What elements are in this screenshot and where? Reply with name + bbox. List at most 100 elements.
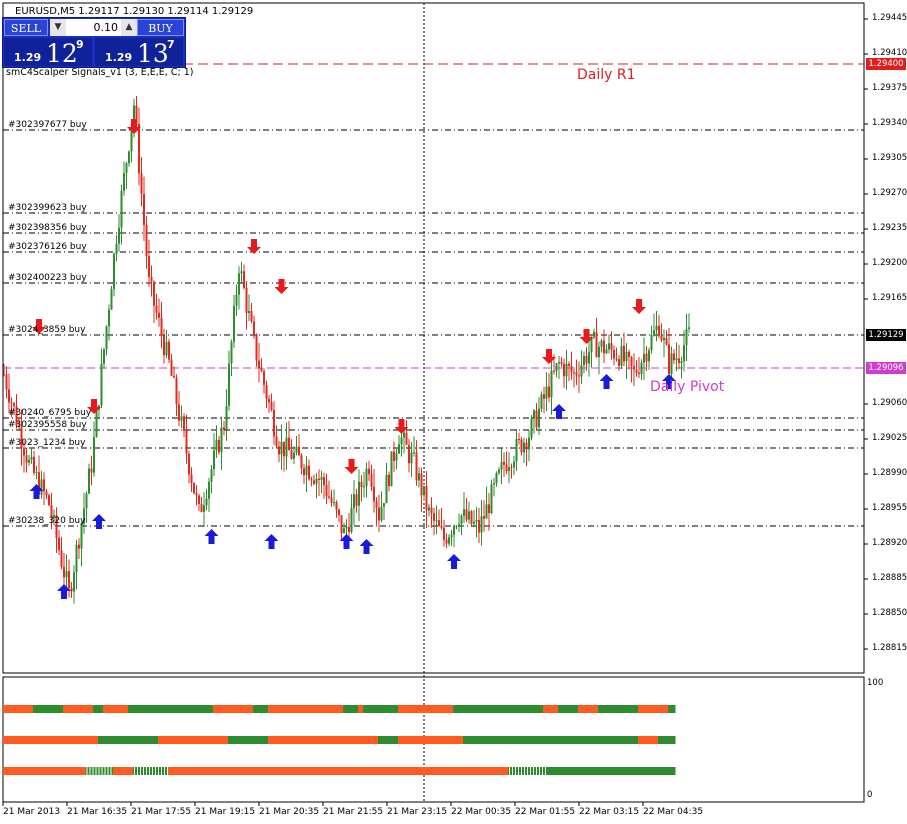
candle-body bbox=[638, 372, 640, 374]
candle-body bbox=[178, 404, 180, 421]
candle-body bbox=[270, 402, 273, 410]
candle-body bbox=[613, 349, 615, 359]
candle-body bbox=[458, 524, 460, 527]
y-tick-label: 1.28815 bbox=[872, 643, 907, 653]
signal-bar-segment bbox=[543, 705, 558, 713]
bid-price[interactable]: 1.29 12 9 bbox=[4, 38, 92, 68]
candle-body bbox=[295, 446, 298, 453]
signal-bar-stripe bbox=[512, 767, 513, 775]
candle-body bbox=[615, 358, 618, 360]
candle-body bbox=[683, 345, 685, 362]
signal-bar-stripe bbox=[509, 767, 510, 775]
signal-bar-stripe bbox=[515, 767, 516, 775]
signal-bar-segment bbox=[358, 705, 363, 713]
candle-body bbox=[143, 194, 145, 226]
candle-body bbox=[455, 526, 458, 528]
candle-body bbox=[620, 345, 623, 366]
trade-line-label: #302397677 buy bbox=[8, 120, 87, 130]
candle-body bbox=[203, 505, 205, 512]
signal-bar-stripe bbox=[524, 767, 525, 775]
trade-line-label: #3024_3859 buy bbox=[8, 325, 86, 335]
signal-bar-segment bbox=[168, 767, 508, 775]
x-tick-label: 21 Mar 20:35 bbox=[259, 807, 320, 817]
signal-bar-segment bbox=[268, 705, 343, 713]
ask-price[interactable]: 1.29 13 7 bbox=[95, 38, 183, 68]
candle-body bbox=[323, 477, 325, 485]
bid-prefix: 1.29 bbox=[14, 51, 42, 64]
signal-bar-segment bbox=[398, 705, 453, 713]
candle-body bbox=[608, 343, 610, 350]
candle-body bbox=[623, 345, 625, 362]
candle-body bbox=[510, 467, 513, 469]
y-tick-label: 1.29305 bbox=[872, 153, 907, 163]
candle-body bbox=[500, 461, 503, 470]
signal-bar-stripe bbox=[167, 767, 168, 775]
trade-line-label: #302376126 buy bbox=[8, 242, 87, 252]
signal-bar-segment bbox=[158, 736, 228, 744]
signal-bar-segment bbox=[113, 767, 133, 775]
signal-bar-stripe bbox=[143, 767, 144, 775]
candle-body bbox=[60, 550, 63, 567]
ask-sup: 7 bbox=[167, 38, 175, 51]
candle-body bbox=[175, 377, 178, 405]
candle-body bbox=[278, 446, 280, 455]
signal-bar-segment bbox=[93, 705, 103, 713]
candle-body bbox=[475, 519, 478, 522]
candle-body bbox=[580, 365, 583, 377]
lot-increase-icon[interactable]: ▲ bbox=[121, 19, 137, 36]
candle-body bbox=[3, 374, 5, 375]
signal-bar-stripe bbox=[530, 767, 531, 775]
candle-body bbox=[118, 227, 120, 244]
candle-body bbox=[663, 338, 665, 341]
signal-bar-stripe bbox=[542, 767, 543, 775]
lot-decrease-icon[interactable]: ▼ bbox=[50, 19, 66, 36]
candle-body bbox=[68, 571, 70, 588]
candle-body bbox=[450, 534, 453, 538]
candle-body bbox=[658, 325, 660, 336]
candle-body bbox=[65, 571, 68, 578]
candle-body bbox=[445, 539, 448, 544]
candle-body bbox=[540, 394, 543, 409]
candle-body bbox=[555, 363, 558, 372]
candle-body bbox=[660, 335, 663, 341]
candle-body bbox=[28, 459, 30, 463]
x-tick-label: 21 Mar 19:15 bbox=[195, 807, 256, 817]
candle-body bbox=[150, 276, 153, 282]
candle-body bbox=[360, 481, 363, 488]
trade-line-label: #302398356 buy bbox=[8, 223, 87, 233]
candle-body bbox=[453, 526, 455, 535]
candle-body bbox=[610, 343, 613, 350]
candle-body bbox=[565, 363, 568, 377]
candle-body bbox=[88, 468, 90, 494]
y-tick-label: 1.28885 bbox=[872, 573, 907, 583]
candle-body bbox=[643, 353, 645, 363]
x-tick-label: 21 Mar 16:35 bbox=[67, 807, 128, 817]
candle-body bbox=[123, 172, 125, 191]
candle-body bbox=[243, 271, 245, 288]
candle-body bbox=[10, 402, 13, 404]
current-price-box: 1.29129 bbox=[866, 329, 906, 341]
signal-bar-segment bbox=[638, 736, 658, 744]
candle-body bbox=[263, 371, 265, 385]
candle-body bbox=[633, 366, 635, 370]
symbol-header: EURUSD,M5 1.29117 1.29130 1.29114 1.2912… bbox=[15, 6, 254, 17]
trade-line-label: #302395558 buy bbox=[8, 420, 87, 430]
signal-bar-stripe bbox=[164, 767, 165, 775]
candle-body bbox=[73, 572, 75, 592]
lot-size-input[interactable]: 0.10 bbox=[66, 19, 121, 36]
signal-bar-segment bbox=[98, 736, 158, 744]
candle-body bbox=[355, 494, 358, 506]
trade-line-label: #302400223 buy bbox=[8, 273, 87, 283]
candle-body bbox=[115, 243, 118, 254]
sell-button[interactable]: SELL bbox=[4, 19, 48, 36]
candle-body bbox=[423, 486, 425, 496]
signal-bar-segment bbox=[548, 767, 676, 775]
x-ticks bbox=[2, 802, 644, 806]
chart bbox=[2, 2, 868, 806]
y-tick-label: 1.28990 bbox=[872, 468, 907, 478]
candle-body bbox=[233, 305, 235, 342]
candle-body bbox=[528, 437, 530, 450]
buy-button[interactable]: BUY bbox=[137, 19, 184, 36]
trade-line-label: #30240_6795 buy bbox=[8, 408, 92, 418]
candle-body bbox=[330, 497, 333, 503]
